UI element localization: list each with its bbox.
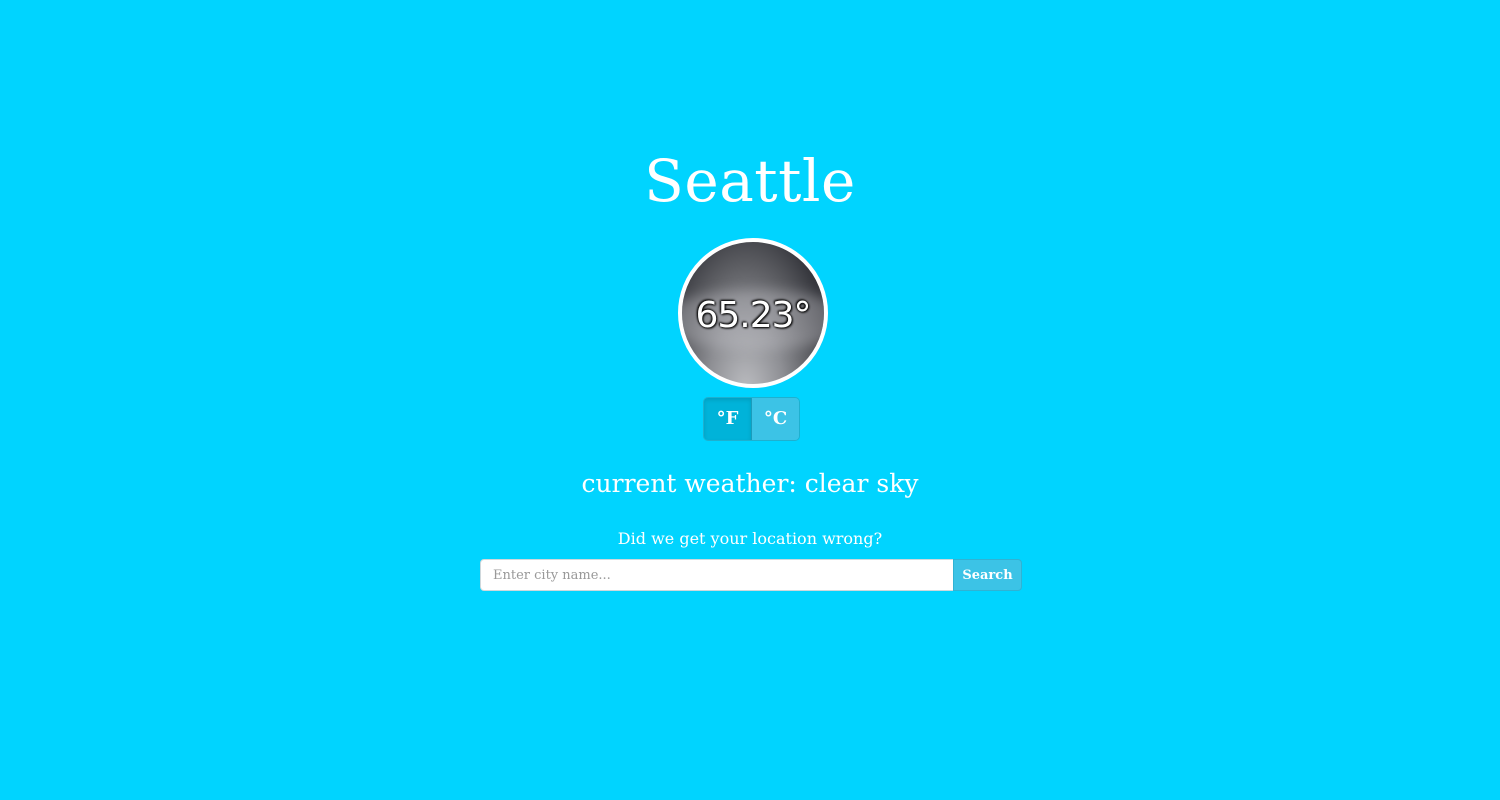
city-name: Seattle [644, 147, 856, 215]
celsius-button[interactable]: °C [752, 398, 799, 440]
location-prompt: Did we get your location wrong? [617, 529, 883, 548]
search-button[interactable]: Search [953, 559, 1022, 591]
temperature-badge: 65.23° [678, 238, 828, 388]
temperature-value: 65.23° [695, 295, 811, 336]
fahrenheit-button[interactable]: °F [704, 398, 752, 440]
city-search-form: Search [480, 559, 1022, 591]
city-search-input[interactable] [480, 559, 953, 591]
weather-description: current weather: clear sky [581, 469, 919, 498]
unit-toggle: °F °C [703, 397, 800, 441]
weather-app: Seattle 65.23° °F °C current weather: cl… [0, 0, 1500, 800]
